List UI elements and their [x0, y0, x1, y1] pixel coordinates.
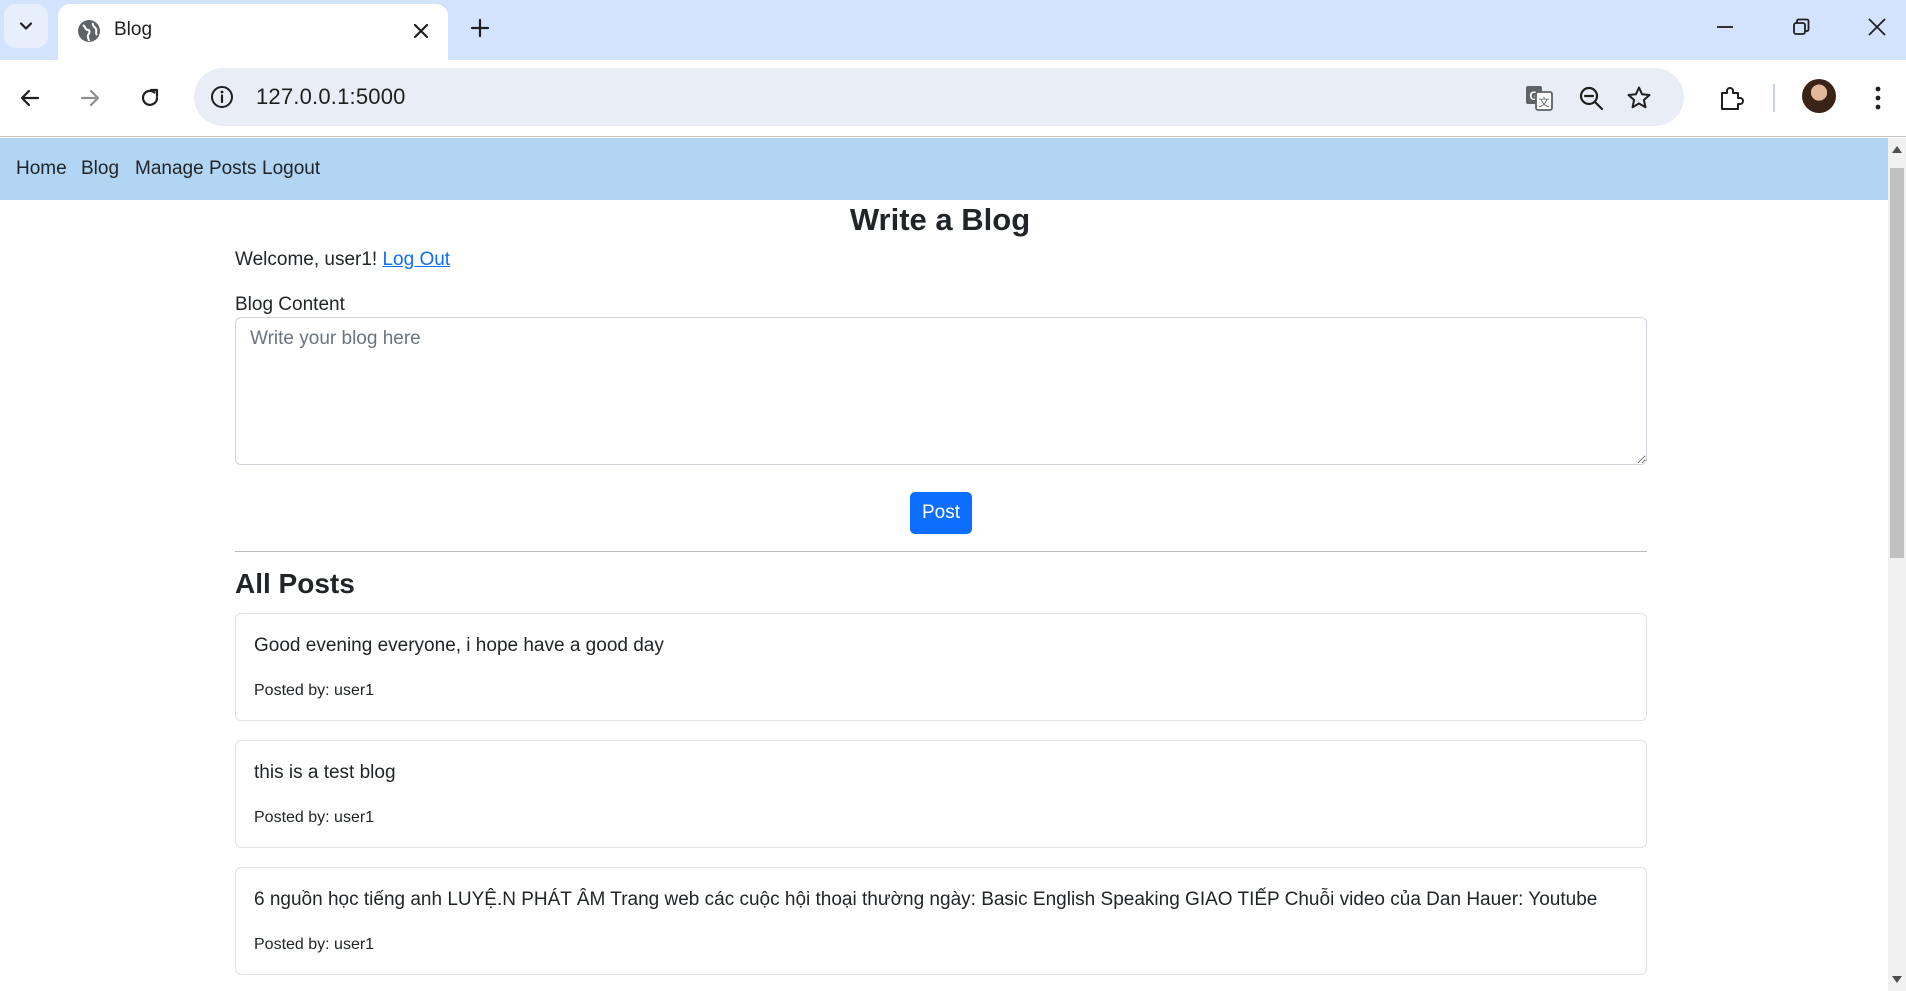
tab-close-button[interactable] [406, 16, 436, 46]
post-button[interactable]: Post [910, 492, 972, 534]
reload-button[interactable] [130, 78, 170, 118]
nav-home-link[interactable]: Home [16, 158, 67, 180]
welcome-message: Welcome, user1! Log Out [235, 249, 450, 271]
post-content: this is a test blog [254, 762, 396, 783]
globe-icon [78, 20, 100, 42]
info-icon[interactable] [208, 83, 236, 111]
zoom-button[interactable] [1576, 83, 1606, 113]
window-close-icon [1868, 18, 1886, 36]
plus-icon [470, 18, 490, 38]
section-divider [235, 551, 1647, 552]
site-navbar: Home Blog Manage Posts Logout [0, 138, 1888, 200]
menu-button[interactable] [1858, 78, 1898, 118]
browser-toolbar: 127.0.0.1:5000 G文 [0, 60, 1906, 137]
url-text[interactable]: 127.0.0.1:5000 [256, 84, 406, 110]
window-close-button[interactable] [1852, 8, 1902, 46]
browser-tab-strip: Blog [0, 0, 1906, 60]
restore-icon [1793, 18, 1810, 35]
extensions-button[interactable] [1711, 78, 1751, 118]
post-content: Good evening everyone, i hope have a goo… [254, 635, 664, 656]
minimize-icon [1717, 26, 1733, 28]
extensions-icon [1721, 87, 1744, 110]
post-content: 6 nguồn học tiếng anh LUYỆ.N PHÁT ÂM Tra… [254, 889, 1598, 910]
back-icon [20, 89, 40, 107]
forward-icon [80, 89, 100, 107]
post-card: this is a test blog Posted by: user1 [235, 740, 1647, 848]
post-card: Good evening everyone, i hope have a goo… [235, 613, 1647, 721]
star-icon [1627, 86, 1651, 109]
zoom-out-icon [1579, 86, 1604, 111]
chevron-down-icon [19, 22, 33, 30]
more-icon [1875, 86, 1881, 110]
page-viewport: Home Blog Manage Posts Logout Write a Bl… [0, 138, 1906, 991]
nav-logout-link[interactable]: Logout [262, 158, 320, 180]
post-author: Posted by: user1 [254, 809, 375, 826]
scroll-up-arrow-icon[interactable] [1892, 146, 1902, 153]
browser-tab-active[interactable]: Blog [58, 4, 448, 60]
back-button[interactable] [10, 78, 50, 118]
all-posts-heading: All Posts [235, 568, 355, 599]
reload-icon [141, 88, 159, 106]
svg-text:文: 文 [1539, 95, 1550, 109]
post-author: Posted by: user1 [254, 682, 375, 699]
welcome-text: Welcome, user1! [235, 249, 383, 270]
translate-icon: G文 [1526, 86, 1553, 111]
restore-button[interactable] [1776, 8, 1826, 46]
logout-link[interactable]: Log Out [382, 249, 450, 270]
blog-content-textarea[interactable] [235, 317, 1647, 465]
nav-blog-link[interactable]: Blog [81, 158, 119, 180]
tab-search-button[interactable] [4, 4, 48, 48]
nav-manage-posts-link[interactable]: Manage Posts [135, 158, 256, 180]
forward-button[interactable] [70, 78, 110, 118]
vertical-scrollbar[interactable] [1888, 138, 1906, 991]
avatar[interactable] [1802, 79, 1836, 113]
address-bar[interactable]: 127.0.0.1:5000 G文 [194, 68, 1684, 126]
toolbar-separator [1773, 84, 1775, 112]
page-title: Write a Blog [849, 202, 1031, 237]
blog-content-label: Blog Content [235, 294, 345, 315]
post-card: 6 nguồn học tiếng anh LUYỆ.N PHÁT ÂM Tra… [235, 867, 1647, 975]
post-author: Posted by: user1 [254, 936, 375, 953]
close-icon [413, 23, 429, 39]
new-tab-button[interactable] [462, 10, 498, 46]
bookmark-button[interactable] [1624, 83, 1654, 113]
scroll-down-arrow-icon[interactable] [1892, 976, 1902, 983]
translate-button[interactable]: G文 [1524, 83, 1554, 113]
minimize-button[interactable] [1700, 8, 1750, 46]
scrollbar-thumb[interactable] [1890, 168, 1904, 558]
tab-title: Blog [114, 19, 153, 40]
